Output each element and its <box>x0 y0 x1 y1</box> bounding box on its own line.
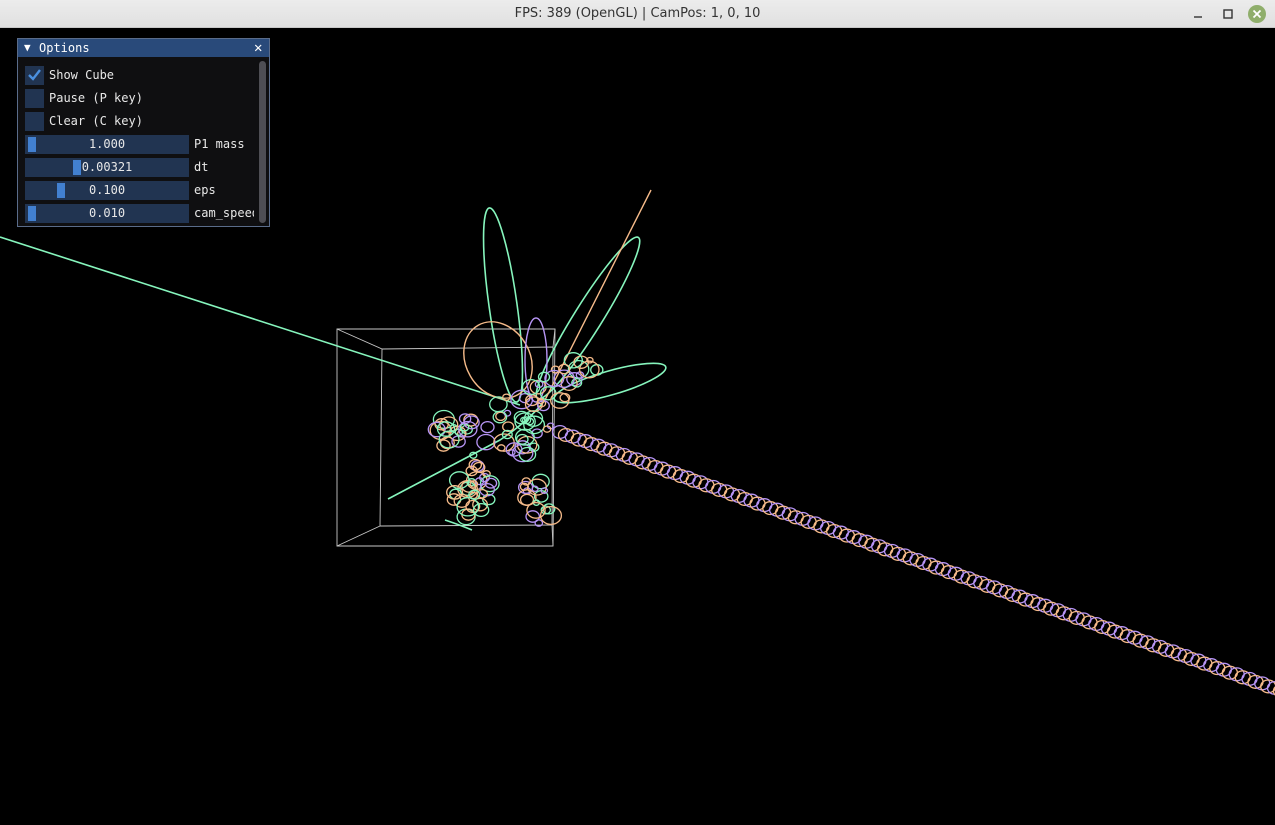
trajectory-loop <box>525 510 541 523</box>
slider-label: eps <box>194 183 216 197</box>
slider-value: 0.00321 <box>81 160 133 174</box>
trajectory-loop <box>590 364 604 376</box>
slider-track[interactable]: 0.00321 <box>25 158 189 177</box>
slider-track[interactable]: 0.100 <box>25 181 189 200</box>
slider-label: cam_speed <box>194 206 254 220</box>
checkbox-label: Pause (P key) <box>49 91 143 105</box>
trajectory-loop <box>567 359 590 379</box>
slider-value: 0.100 <box>88 183 126 197</box>
collapse-triangle-icon[interactable]: ▼ <box>24 41 31 54</box>
window-title: FPS: 389 (OpenGL) | CamPos: 1, 0, 10 <box>514 6 761 21</box>
checkbox-box[interactable] <box>25 89 44 108</box>
slider-track[interactable]: 1.000 <box>25 135 189 154</box>
trajectory-loop <box>496 444 506 452</box>
checkbox-box[interactable] <box>25 112 44 131</box>
window-titlebar[interactable]: FPS: 389 (OpenGL) | CamPos: 1, 0, 10 <box>0 0 1275 28</box>
panel-scrollbar[interactable] <box>258 59 267 225</box>
checkbox-box[interactable] <box>25 66 44 85</box>
slider-track[interactable]: 0.010 <box>25 204 189 223</box>
options-panel[interactable]: ▼ Options ✕ Show Cube Pause (P key) Clea… <box>17 38 270 227</box>
minimize-icon[interactable] <box>1189 5 1207 23</box>
options-panel-title: Options <box>39 41 90 55</box>
slider-value: 1.000 <box>88 137 126 151</box>
trajectory-loop <box>502 393 511 401</box>
slider-label: dt <box>194 160 209 174</box>
slider-label: P1 mass <box>194 137 245 151</box>
options-panel-header[interactable]: ▼ Options ✕ <box>18 39 269 57</box>
slider-value: 0.010 <box>88 206 126 220</box>
trajectory-loop <box>480 420 495 434</box>
trajectory-loop <box>489 396 508 413</box>
maximize-icon[interactable] <box>1219 5 1237 23</box>
trajectory-loop <box>456 508 476 526</box>
trajectory-purple <box>524 317 548 403</box>
close-icon[interactable] <box>1248 5 1266 23</box>
scrollbar-thumb[interactable] <box>259 61 266 223</box>
checkbox-label: Show Cube <box>49 68 115 82</box>
checkbox-label: Clear (C key) <box>49 114 143 128</box>
trajectory-loop <box>492 410 508 424</box>
panel-close-icon[interactable]: ✕ <box>254 39 262 57</box>
checkmark-icon <box>28 69 41 81</box>
particle-spirals <box>427 352 1275 696</box>
trajectory-loop <box>550 392 570 409</box>
trajectory-orange <box>463 189 652 401</box>
